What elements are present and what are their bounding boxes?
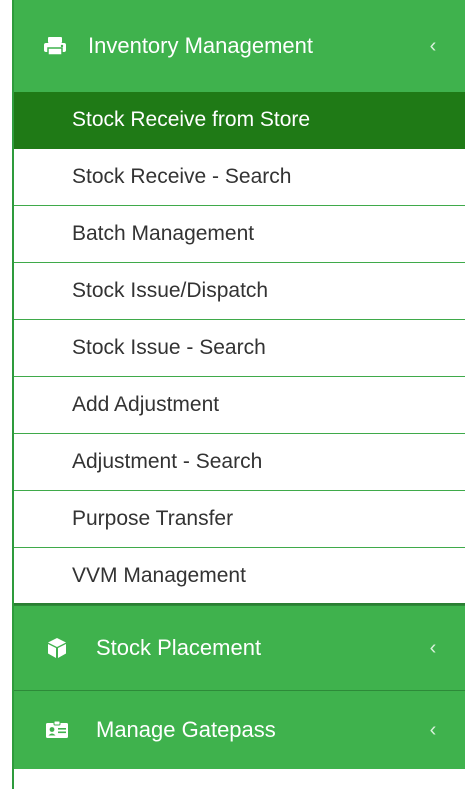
menu-item-purpose-transfer[interactable]: Purpose Transfer xyxy=(14,491,465,548)
menu-item-stock-receive-search[interactable]: Stock Receive - Search xyxy=(14,149,465,206)
menu-section-manage-gatepass[interactable]: Manage Gatepass ‹ xyxy=(14,690,465,769)
sidebar-menu: Inventory Management ‹ Stock Receive fro… xyxy=(12,0,465,789)
section-label: Stock Placement xyxy=(96,635,262,660)
id-card-icon xyxy=(44,719,70,741)
inventory-submenu: Stock Receive from Store Stock Receive -… xyxy=(14,92,465,605)
chevron-left-icon: ‹ xyxy=(429,34,437,57)
section-label: Inventory Management xyxy=(88,33,314,58)
section-label: Manage Gatepass xyxy=(96,717,276,742)
menu-item-batch-management[interactable]: Batch Management xyxy=(14,206,465,263)
menu-item-adjustment-search[interactable]: Adjustment - Search xyxy=(14,434,465,491)
menu-section-inventory-management[interactable]: Inventory Management ‹ xyxy=(14,0,465,92)
menu-section-stock-placement[interactable]: Stock Placement ‹ xyxy=(14,605,465,690)
menu-item-add-adjustment[interactable]: Add Adjustment xyxy=(14,377,465,434)
menu-item-stock-issue-dispatch[interactable]: Stock Issue/Dispatch xyxy=(14,263,465,320)
chevron-left-icon: ‹ xyxy=(429,636,437,659)
printer-icon xyxy=(42,35,68,57)
menu-item-stock-receive-from-store[interactable]: Stock Receive from Store xyxy=(14,92,465,149)
menu-item-vvm-management[interactable]: VVM Management xyxy=(14,548,465,605)
chevron-left-icon: ‹ xyxy=(429,718,437,741)
menu-item-stock-issue-search[interactable]: Stock Issue - Search xyxy=(14,320,465,377)
cube-icon xyxy=(44,637,70,659)
